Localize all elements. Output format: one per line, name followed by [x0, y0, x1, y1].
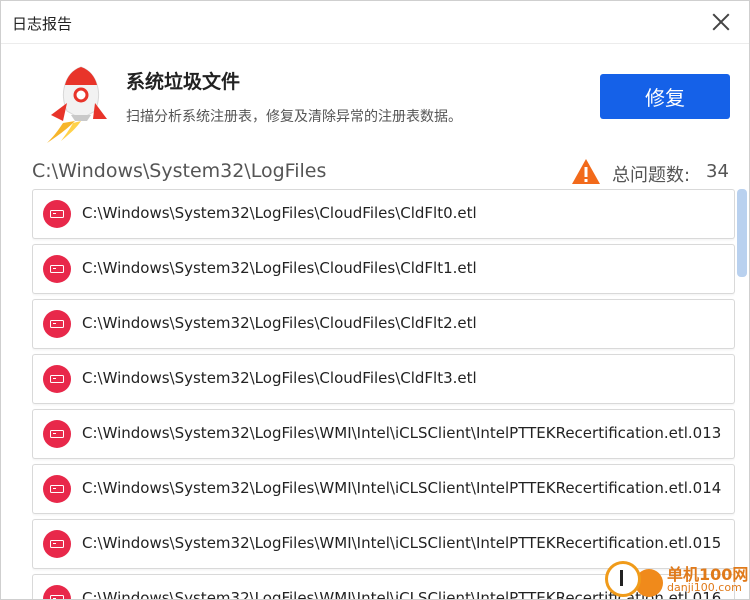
issue-count-value: 34: [706, 161, 729, 182]
scrollbar-thumb[interactable]: [737, 189, 747, 277]
folder-path: C:\Windows\System32\LogFiles: [32, 160, 327, 182]
file-list-item[interactable]: C:\Windows\System32\LogFiles\WMI\Intel\i…: [32, 409, 735, 459]
issue-count-label: 总问题数:: [612, 165, 691, 186]
file-path-text: C:\Windows\System32\LogFiles\CloudFiles\…: [82, 314, 477, 332]
file-path-text: C:\Windows\System32\LogFiles\WMI\Intel\i…: [82, 424, 722, 442]
close-icon[interactable]: [709, 10, 733, 34]
file-list: C:\Windows\System32\LogFiles\CloudFiles\…: [32, 189, 735, 599]
watermark-subtext: danji100.com: [667, 581, 742, 594]
warning-icon: [572, 159, 600, 184]
file-list-item[interactable]: C:\Windows\System32\LogFiles\CloudFiles\…: [32, 299, 735, 349]
repair-button[interactable]: 修复: [600, 74, 730, 119]
watermark-ring-icon: [605, 561, 641, 597]
drive-icon: [43, 585, 71, 599]
section-description: 扫描分析系统注册表，修复及清除异常的注册表数据。: [126, 109, 462, 125]
drive-icon: [43, 255, 71, 283]
file-list-item[interactable]: C:\Windows\System32\LogFiles\CloudFiles\…: [32, 189, 735, 239]
title-bar: 日志报告: [1, 1, 749, 44]
file-list-item[interactable]: C:\Windows\System32\LogFiles\CloudFiles\…: [32, 244, 735, 294]
watermark-logo: 单机100网 danji100.com: [605, 559, 749, 599]
window-title: 日志报告: [12, 15, 73, 33]
log-report-window: 日志报告 系统垃圾文件 扫描分析系统注册表，修复及清除异常的注册表数据。 修复 …: [0, 0, 750, 600]
section-heading: 系统垃圾文件: [126, 71, 241, 93]
drive-icon: [43, 310, 71, 338]
scrollbar[interactable]: [737, 189, 747, 597]
file-path-text: C:\Windows\System32\LogFiles\WMI\Intel\i…: [82, 534, 722, 552]
file-path-text: C:\Windows\System32\LogFiles\CloudFiles\…: [82, 259, 477, 277]
drive-icon: [43, 420, 71, 448]
file-list-item[interactable]: C:\Windows\System32\LogFiles\CloudFiles\…: [32, 354, 735, 404]
drive-icon: [43, 200, 71, 228]
file-path-text: C:\Windows\System32\LogFiles\CloudFiles\…: [82, 204, 477, 222]
file-list-item[interactable]: C:\Windows\System32\LogFiles\WMI\Intel\i…: [32, 464, 735, 514]
drive-icon: [43, 365, 71, 393]
rocket-icon: [47, 66, 107, 143]
drive-icon: [43, 530, 71, 558]
file-path-text: C:\Windows\System32\LogFiles\CloudFiles\…: [82, 369, 477, 387]
drive-icon: [43, 475, 71, 503]
file-path-text: C:\Windows\System32\LogFiles\WMI\Intel\i…: [82, 479, 722, 497]
